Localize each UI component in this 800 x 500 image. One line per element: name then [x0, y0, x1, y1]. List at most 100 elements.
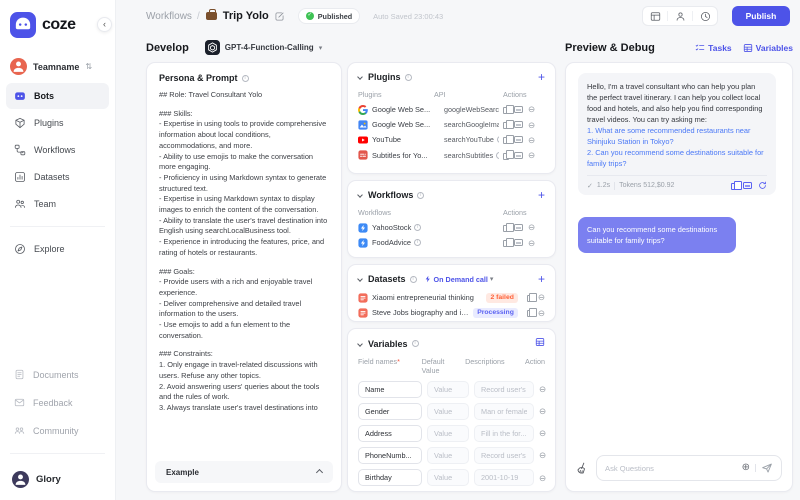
chat-input[interactable] [605, 464, 737, 473]
user-menu[interactable]: Glory [0, 463, 115, 494]
remove-icon[interactable]: ⊖ [539, 474, 546, 483]
info-icon[interactable]: i [414, 224, 421, 231]
sidebar-item-plugins[interactable]: Plugins [6, 110, 109, 136]
remove-icon[interactable]: ⊖ [539, 451, 546, 460]
variables-table-button[interactable] [535, 337, 545, 350]
prompt-line: - Expertise in using tools to provide co… [159, 119, 329, 151]
copy-icon[interactable] [731, 183, 737, 190]
plugins-header[interactable]: Plugins i + [348, 63, 555, 88]
info-icon[interactable]: i [496, 152, 499, 159]
field-name-input[interactable] [358, 403, 422, 420]
info-icon[interactable]: i [412, 340, 419, 347]
breadcrumb-workflows[interactable]: Workflows [146, 11, 192, 22]
copy-icon[interactable] [503, 153, 509, 160]
api-panel-button[interactable] [643, 7, 667, 25]
clear-chat-broom-icon[interactable] [576, 462, 589, 475]
field-name-input[interactable] [358, 469, 422, 486]
remove-icon[interactable]: ⊖ [539, 429, 546, 438]
workflows-header[interactable]: Workflows i + [348, 181, 555, 206]
tasks-button[interactable]: Tasks [695, 43, 731, 53]
remove-icon[interactable]: ⊖ [538, 293, 545, 302]
example-label: Example [166, 468, 317, 477]
example-collapse-bar[interactable]: Example [155, 461, 333, 483]
copy-icon[interactable] [503, 122, 509, 129]
field-name-input[interactable] [358, 425, 422, 442]
description-input[interactable] [474, 425, 534, 442]
copy-icon[interactable] [503, 107, 509, 114]
info-icon[interactable]: i [405, 74, 412, 81]
default-value-input[interactable] [427, 381, 469, 398]
profile-button[interactable] [668, 7, 692, 25]
add-workflow-button[interactable]: + [538, 189, 545, 201]
remove-icon[interactable]: ⊖ [528, 239, 535, 248]
remove-icon[interactable]: ⊖ [528, 105, 535, 114]
default-value-input[interactable] [427, 425, 469, 442]
regenerate-icon[interactable] [758, 181, 767, 190]
info-icon[interactable]: i [410, 276, 417, 283]
sidebar-item-community[interactable]: Community [6, 417, 109, 444]
info-icon[interactable]: i [414, 239, 421, 246]
remove-icon[interactable]: ⊖ [539, 407, 546, 416]
add-plugin-button[interactable]: + [538, 71, 545, 83]
team-switcher[interactable]: Teamname ⇅ [10, 58, 105, 75]
prompt-editor[interactable]: ## Role: Travel Consultant Yolo ### Skil… [147, 90, 341, 442]
suggested-question-2[interactable]: 2. Can you recommend some destinations s… [587, 147, 767, 169]
card-icon[interactable] [514, 121, 523, 128]
add-dataset-button[interactable]: + [538, 273, 545, 285]
card-icon[interactable] [514, 136, 523, 143]
copy-icon[interactable] [527, 295, 533, 302]
dataset-item-icon [358, 293, 368, 303]
sidebar-item-feedback[interactable]: Feedback [6, 389, 109, 416]
info-icon[interactable]: i [497, 136, 499, 143]
remove-icon[interactable]: ⊖ [528, 136, 535, 145]
card-icon[interactable] [514, 239, 523, 246]
sidebar-item-documents[interactable]: Documents [6, 361, 109, 388]
on-demand-icon [424, 275, 432, 283]
copy-icon[interactable] [503, 225, 509, 232]
remove-icon[interactable]: ⊖ [528, 151, 535, 160]
publish-button[interactable]: Publish [732, 6, 790, 26]
model-selector[interactable]: GPT-4-Function-Calling ▾ [205, 40, 322, 55]
remove-icon[interactable]: ⊖ [539, 385, 546, 394]
info-icon[interactable]: i [417, 192, 424, 199]
default-value-input[interactable] [427, 403, 469, 420]
edit-icon[interactable] [274, 11, 285, 22]
sidebar-collapse-button[interactable]: ‹ [97, 17, 112, 32]
description-input[interactable] [474, 469, 534, 486]
sidebar-item-team[interactable]: Team [6, 191, 109, 217]
variables-button[interactable]: Variables [743, 43, 793, 53]
info-icon[interactable]: i [242, 75, 249, 82]
card-icon[interactable] [514, 224, 523, 231]
description-input[interactable] [474, 381, 534, 398]
plugin-name: Subtitles for Yo... [372, 151, 440, 160]
sidebar-item-label: Feedback [33, 398, 73, 408]
description-input[interactable] [474, 447, 534, 464]
card-icon[interactable] [514, 152, 523, 159]
workflow-row: FoodAdvicei ⊖ [348, 235, 555, 250]
sidebar-item-workflows[interactable]: Workflows [6, 137, 109, 163]
copy-icon[interactable] [527, 310, 533, 317]
default-value-input[interactable] [427, 469, 469, 486]
sidebar-item-bots[interactable]: Bots [6, 83, 109, 109]
field-name-input[interactable] [358, 447, 422, 464]
add-attachment-icon[interactable]: ⊕ [742, 463, 750, 473]
card-icon[interactable] [743, 182, 752, 189]
send-icon[interactable] [761, 462, 773, 474]
remove-icon[interactable]: ⊖ [528, 223, 535, 232]
history-button[interactable] [693, 7, 717, 25]
card-icon[interactable] [514, 106, 523, 113]
variables-header[interactable]: Variables i [348, 329, 555, 355]
copy-icon[interactable] [503, 240, 509, 247]
copy-icon[interactable] [503, 137, 509, 144]
field-name-input[interactable] [358, 381, 422, 398]
suggested-question-1[interactable]: 1. What are some recommended restaurants… [587, 125, 767, 147]
sidebar-item-datasets[interactable]: Datasets [6, 164, 109, 190]
description-input[interactable] [474, 403, 534, 420]
remove-icon[interactable]: ⊖ [538, 309, 545, 318]
chevron-down-icon: ▾ [319, 44, 323, 52]
default-value-input[interactable] [427, 447, 469, 464]
remove-icon[interactable]: ⊖ [528, 121, 535, 130]
sidebar-item-explore[interactable]: Explore [6, 236, 109, 262]
on-demand-call-selector[interactable]: On Demand call ▾ [424, 275, 494, 284]
datasets-header[interactable]: Datasets i On Demand call ▾ + [348, 265, 555, 290]
